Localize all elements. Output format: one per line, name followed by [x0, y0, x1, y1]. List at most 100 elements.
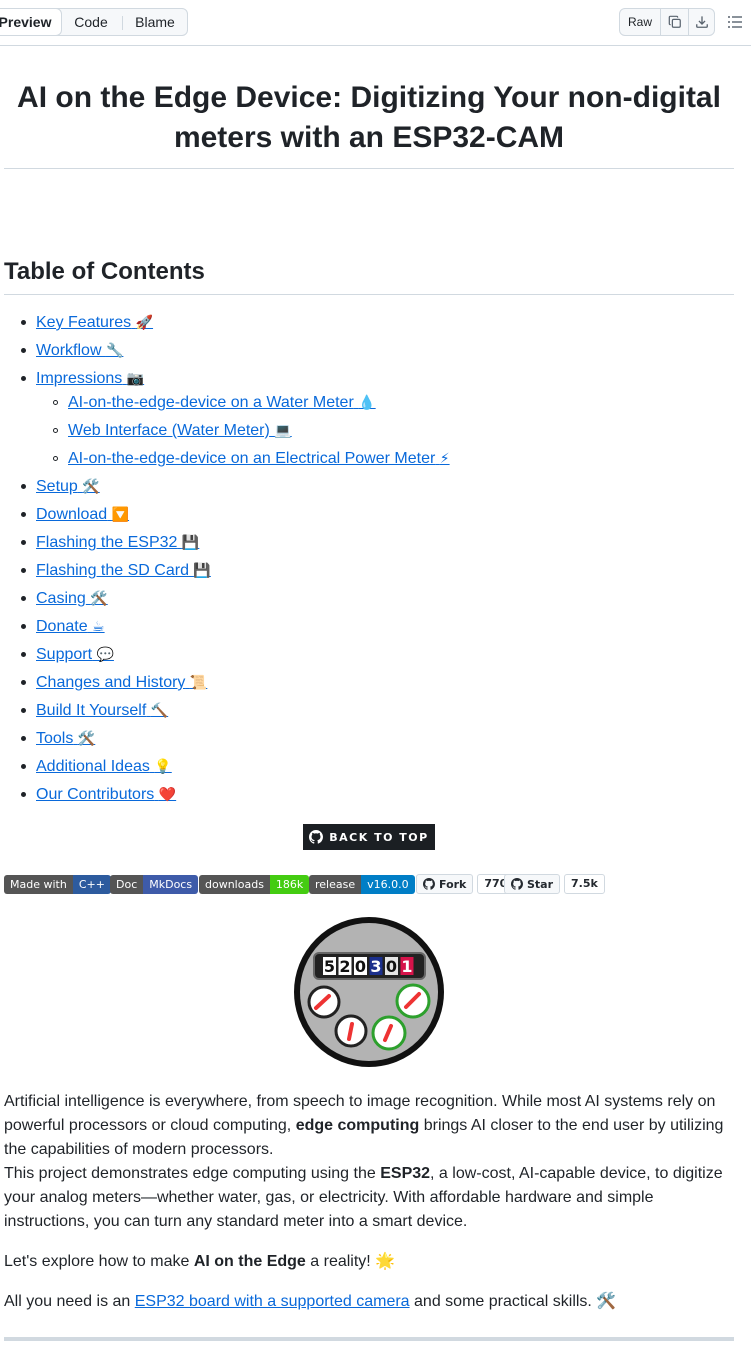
toc-link-emoji: 🛠️: [90, 590, 108, 606]
copy-icon: [668, 15, 681, 28]
toc-link[interactable]: Workflow 🔧: [36, 342, 123, 359]
list-bullet: [21, 596, 26, 601]
project-logo: 520301: [294, 917, 444, 1067]
toc-item: Flashing the SD Card 💾: [36, 560, 211, 581]
toc-link-emoji: 💾: [181, 534, 200, 550]
toc-item: Key Features 🚀: [36, 312, 153, 333]
toc-item: Web Interface (Water Meter) 💻: [68, 420, 292, 441]
toc-link-label: Impressions: [36, 370, 123, 387]
copy-raw-button[interactable]: [661, 9, 688, 35]
toc-link[interactable]: Key Features 🚀: [36, 314, 153, 331]
toc-link[interactable]: Flashing the ESP32 💾: [36, 534, 199, 551]
badge-made-with[interactable]: Made with C++: [4, 875, 111, 894]
github-icon: [423, 878, 435, 890]
toc-link[interactable]: Tools 🛠️: [36, 730, 95, 747]
toc-link-label: Our Contributors: [36, 786, 155, 803]
badge-value: C++: [72, 875, 111, 894]
toc-link[interactable]: Donate ☕: [36, 618, 105, 635]
toc-link[interactable]: Setup 🛠️: [36, 478, 100, 495]
toc-item: Impressions 📷: [36, 368, 144, 389]
page-title: AI on the Edge Device: Digitizing Your n…: [17, 81, 721, 154]
file-actions: Raw: [619, 8, 715, 36]
toc-link[interactable]: Flashing the SD Card 💾: [36, 562, 211, 579]
raw-button[interactable]: Raw: [620, 9, 660, 35]
list-bullet: [21, 624, 26, 629]
toc-link-emoji: 💧: [358, 394, 376, 410]
back-to-top-label: BACK TO TOP: [329, 830, 429, 844]
intro-text: This project demonstrates edge computing…: [4, 1165, 381, 1182]
download-raw-button[interactable]: [689, 9, 715, 35]
toc-link-emoji: ☕: [92, 618, 105, 634]
toc-link-emoji: 💡: [154, 758, 172, 774]
toc-item: AI-on-the-edge-device on an Electrical P…: [68, 448, 450, 469]
intro-paragraph-1: Artificial intelligence is everywhere, f…: [4, 1090, 734, 1162]
esp32-board-link[interactable]: ESP32 board with a supported camera: [135, 1293, 410, 1310]
toc-link-label: Flashing the SD Card: [36, 562, 189, 579]
github-fork-button[interactable]: Fork 770: [416, 874, 515, 894]
view-mode-switch: Preview Code Blame: [0, 8, 188, 36]
toc-item: Support 💬: [36, 644, 114, 665]
toc-link-label: Tools: [36, 730, 74, 747]
toc-link-label: AI-on-the-edge-device on a Water Meter: [68, 394, 354, 411]
toc-link[interactable]: Web Interface (Water Meter) 💻: [68, 422, 292, 439]
toc-link-emoji: 💻: [274, 422, 292, 438]
outline-button[interactable]: [727, 14, 743, 35]
toc-item: Casing 🛠️: [36, 588, 108, 609]
small-dial: [371, 1015, 407, 1051]
toc-link-emoji: 🔧: [105, 342, 124, 358]
divider: [4, 168, 734, 169]
list-bullet: [21, 376, 26, 381]
meter-digit: 0: [355, 957, 366, 976]
toc-link[interactable]: Changes and History 📜: [36, 674, 207, 691]
list-bullet: [21, 736, 26, 741]
tab-blame[interactable]: Blame: [123, 9, 187, 35]
tab-code[interactable]: Code: [60, 9, 122, 35]
toc-link-label: Build It Yourself: [36, 702, 147, 719]
toc-link[interactable]: Download 🔽: [36, 506, 129, 523]
toc-link-emoji: 📷: [126, 370, 145, 386]
toc-link[interactable]: Impressions 📷: [36, 370, 144, 387]
github-icon: [511, 878, 523, 890]
badge-release[interactable]: release v16.0.0: [309, 875, 415, 894]
badge-downloads[interactable]: downloads 186k: [199, 875, 310, 894]
toc-link[interactable]: Additional Ideas 💡: [36, 758, 172, 775]
toc-link-label: Setup: [36, 478, 78, 495]
toc-link[interactable]: Casing 🛠️: [36, 590, 108, 607]
small-dial: [307, 985, 341, 1019]
toc-item: Setup 🛠️: [36, 476, 100, 497]
list-bullet: [21, 568, 26, 573]
intro-text: All you need is an: [4, 1293, 135, 1310]
toc-link-label: Casing: [36, 590, 86, 607]
small-dial: [334, 1014, 368, 1048]
list-bullet: [21, 764, 26, 769]
intro-text: a reality! 🌟: [305, 1253, 396, 1270]
toc-link-label: Download: [36, 506, 108, 523]
badge-value: MkDocs: [143, 875, 199, 894]
github-star-button[interactable]: Star 7.5k: [504, 874, 605, 894]
list-bullet: [21, 540, 26, 545]
toc-link[interactable]: AI-on-the-edge-device on an Electrical P…: [68, 450, 450, 467]
toc-link[interactable]: Support 💬: [36, 646, 114, 663]
toc-link-emoji: 🔨: [150, 702, 169, 718]
list-bullet: [21, 320, 26, 325]
list-unordered-icon: [728, 16, 742, 28]
list-bullet: [21, 792, 26, 797]
divider: [4, 1337, 734, 1341]
toc-heading: Table of Contents: [4, 258, 205, 285]
meter-digit: 1: [401, 957, 412, 976]
list-bullet: [21, 484, 26, 489]
intro-text: and some practical skills. 🛠️: [409, 1293, 617, 1310]
toc-link[interactable]: AI-on-the-edge-device on a Water Meter 💧: [68, 394, 376, 411]
github-icon: [309, 830, 324, 844]
badge-docs[interactable]: Doc MkDocs: [110, 875, 199, 894]
toc-link-emoji: 🔽: [111, 506, 130, 522]
toc-link-emoji: ⚡: [439, 450, 450, 466]
back-to-top-button[interactable]: BACK TO TOP: [303, 824, 435, 850]
toc-link[interactable]: Build It Yourself 🔨: [36, 702, 168, 719]
toc-link-label: Additional Ideas: [36, 758, 150, 775]
tab-preview[interactable]: Preview: [0, 8, 62, 36]
toc-link[interactable]: Our Contributors ❤️: [36, 786, 176, 803]
badge-label: release: [309, 875, 362, 894]
toc-link-label: Support: [36, 646, 93, 663]
star-label-group: Star: [504, 874, 561, 894]
